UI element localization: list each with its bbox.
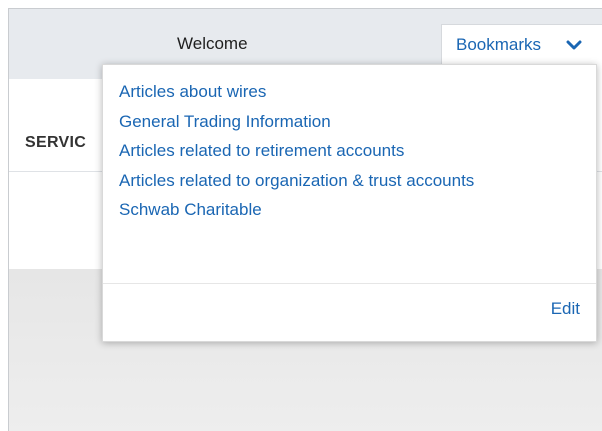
bookmark-item[interactable]: General Trading Information	[119, 107, 474, 137]
bookmark-item[interactable]: Schwab Charitable	[119, 195, 474, 225]
bookmark-item[interactable]: Articles related to organization & trust…	[119, 166, 474, 196]
bookmarks-label: Bookmarks	[456, 35, 542, 54]
bookmarks-dropdown: Articles about wires General Trading Inf…	[102, 64, 597, 342]
dropdown-divider	[103, 283, 596, 284]
services-nav-label[interactable]: SERVIC	[25, 134, 86, 152]
welcome-link[interactable]: Welcome	[177, 34, 248, 54]
bookmark-item[interactable]: Articles related to retirement accounts	[119, 136, 474, 166]
bookmark-item[interactable]: Articles about wires	[119, 77, 474, 107]
bookmark-list: Articles about wires General Trading Inf…	[119, 77, 474, 225]
app-frame: Welcome SERVIC Bookmarks Articles about …	[8, 8, 602, 431]
edit-bookmarks-link[interactable]: Edit	[551, 299, 580, 319]
chevron-down-icon	[566, 38, 582, 52]
